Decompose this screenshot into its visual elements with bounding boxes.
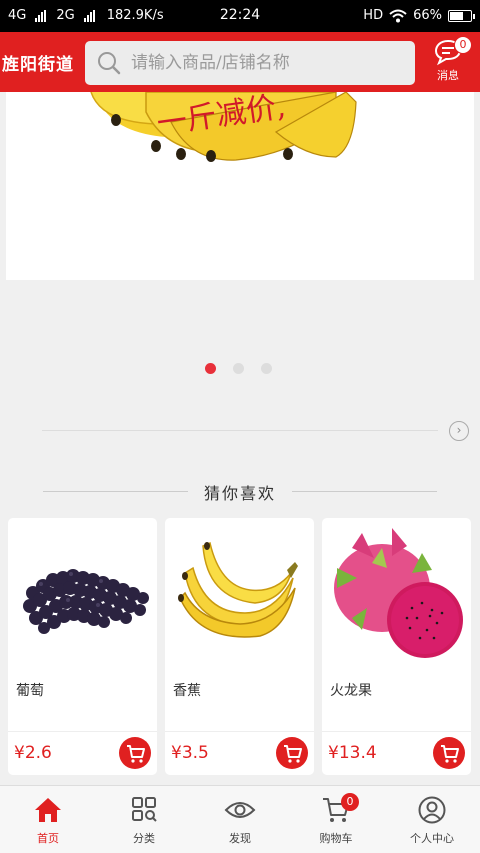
header: 旌阳街道 消息 0 <box>0 32 480 92</box>
divider <box>322 731 471 732</box>
product-name: 葡萄 <box>16 683 44 699</box>
nav-label: 发现 <box>229 832 251 845</box>
nav-category[interactable]: 分类 <box>96 786 192 853</box>
nav-label: 首页 <box>37 832 59 845</box>
nav-label: 分类 <box>133 832 155 845</box>
search-input[interactable] <box>131 47 406 79</box>
divider <box>42 430 438 431</box>
message-button[interactable]: 消息 0 <box>426 36 472 90</box>
eye-icon <box>224 802 256 818</box>
product-price: ¥3.5 <box>171 743 209 763</box>
nav-label: 购物车 <box>319 832 353 845</box>
chevron-right-icon[interactable]: › <box>449 421 469 441</box>
banana-image <box>178 541 298 638</box>
section-title: 猜你喜欢 <box>203 484 276 503</box>
nav-cart[interactable]: 0 购物车 <box>288 786 384 853</box>
divider <box>8 731 157 732</box>
message-label: 消息 <box>437 69 459 82</box>
carousel-indicators <box>205 363 272 374</box>
location-label[interactable]: 旌阳街道 <box>2 50 74 75</box>
cart-icon <box>441 745 459 763</box>
nav-profile[interactable]: 个人中心 <box>384 786 480 853</box>
grapes-image <box>23 569 149 634</box>
search-icon <box>98 52 121 75</box>
user-icon <box>418 796 446 824</box>
cart-badge: 0 <box>341 793 359 811</box>
product-card[interactable]: 香蕉 ¥3.5 <box>165 518 314 775</box>
product-price: ¥13.4 <box>328 743 377 763</box>
home-icon <box>35 798 61 822</box>
battery-level <box>450 11 463 20</box>
message-badge: 0 <box>454 36 472 54</box>
nav-label: 个人中心 <box>410 832 454 845</box>
status-bar: 4G 2G 182.9K/s 22:24 HD 66% <box>0 0 480 32</box>
section-header: 猜你喜欢 <box>0 480 480 504</box>
dragon-fruit-image <box>334 528 463 658</box>
banner-carousel[interactable]: 一斤减价, <box>6 92 474 280</box>
carousel-dot[interactable] <box>205 363 216 374</box>
battery-percent: 66% <box>413 8 442 23</box>
bottom-nav: 首页 分类 发现 0 购物车 个人中心 <box>0 785 480 853</box>
add-to-cart-button[interactable] <box>119 737 151 769</box>
nav-home[interactable]: 首页 <box>0 786 96 853</box>
carousel-dot[interactable] <box>233 363 244 374</box>
category-icon <box>132 797 157 822</box>
product-card[interactable]: 火龙果 ¥13.4 <box>322 518 471 775</box>
product-list: 葡萄 ¥2.6 香蕉 ¥3.5 火龙果 ¥13.4 <box>8 518 472 775</box>
divider <box>43 491 188 492</box>
add-to-cart-button[interactable] <box>276 737 308 769</box>
product-name: 火龙果 <box>330 683 372 699</box>
product-price: ¥2.6 <box>14 743 52 763</box>
add-to-cart-button[interactable] <box>433 737 465 769</box>
carousel-dot[interactable] <box>261 363 272 374</box>
hd-indicator: HD <box>363 8 384 23</box>
search-bar[interactable] <box>85 41 415 85</box>
wifi-icon <box>389 9 407 22</box>
product-card[interactable]: 葡萄 ¥2.6 <box>8 518 157 775</box>
product-name: 香蕉 <box>173 683 201 699</box>
cart-icon <box>127 745 145 763</box>
divider <box>165 731 314 732</box>
battery-icon <box>448 9 475 22</box>
cart-icon <box>284 745 302 763</box>
divider <box>292 491 437 492</box>
nav-discover[interactable]: 发现 <box>192 786 288 853</box>
